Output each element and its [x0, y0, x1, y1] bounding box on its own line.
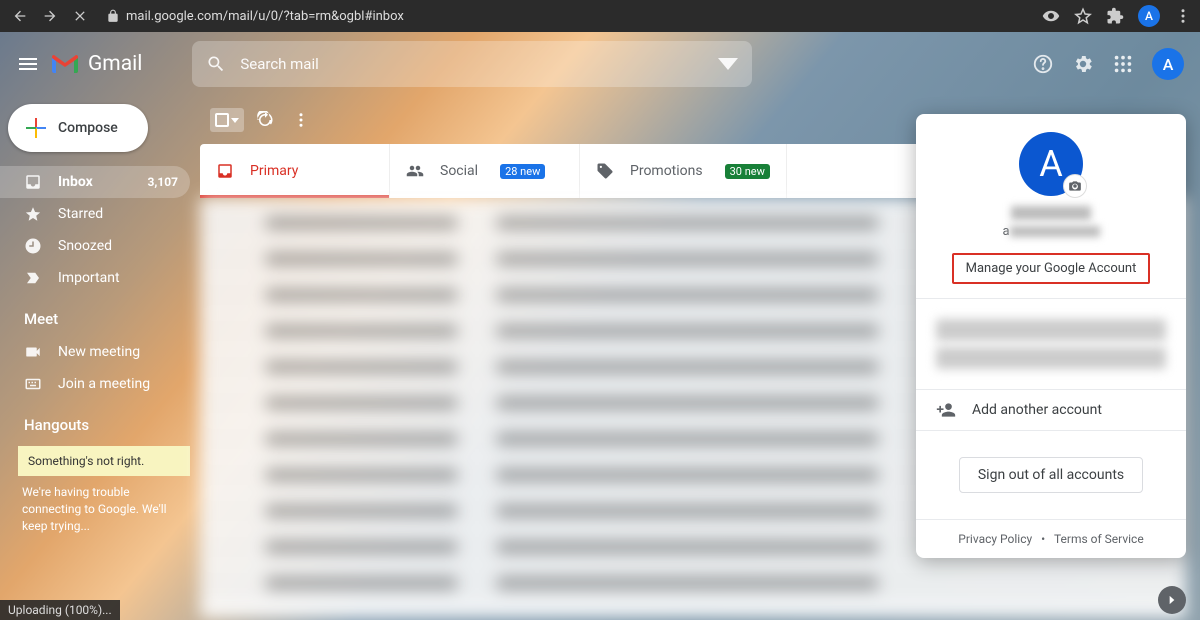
star-icon[interactable] [1074, 7, 1092, 25]
refresh-button[interactable] [250, 105, 280, 135]
apps-icon[interactable] [1112, 53, 1134, 75]
sidebar-item-inbox[interactable]: Inbox 3,107 [0, 166, 190, 198]
address-bar[interactable]: mail.google.com/mail/u/0/?tab=rm&ogbl#in… [106, 9, 1034, 24]
account-email: a [932, 224, 1170, 239]
tab-badge: 28 new [500, 164, 545, 179]
sidebar-item-starred[interactable]: Starred [0, 198, 190, 230]
video-icon [24, 343, 42, 361]
hangouts-section-title: Hangouts [0, 400, 200, 442]
select-all-checkbox[interactable] [210, 108, 244, 132]
gmail-logo[interactable]: Gmail [50, 52, 142, 76]
tag-icon [596, 162, 614, 180]
inbox-icon [216, 162, 234, 180]
help-icon[interactable] [1032, 53, 1054, 75]
account-name [1011, 206, 1091, 220]
account-popup: A a Manage your Google Account Add anoth… [916, 114, 1186, 558]
gmail-icon [50, 53, 80, 75]
star-icon [24, 205, 42, 223]
sidebar: Compose Inbox 3,107 Starred Snoozed [0, 96, 200, 620]
person-add-icon [936, 400, 956, 420]
sidebar-item-label: Join a meeting [58, 376, 150, 392]
product-name: Gmail [88, 52, 142, 76]
people-icon [406, 162, 424, 180]
url-text: mail.google.com/mail/u/0/?tab=rm&ogbl#in… [126, 9, 404, 24]
terms-link[interactable]: Terms of Service [1054, 532, 1144, 546]
search-bar[interactable]: Search mail [192, 41, 752, 87]
hangouts-message: We're having trouble connecting to Googl… [0, 484, 200, 534]
sidebar-item-label: Inbox [58, 174, 93, 190]
stop-button[interactable] [68, 4, 92, 28]
add-account-button[interactable]: Add another account [916, 390, 1186, 430]
keyboard-icon [24, 375, 42, 393]
camera-icon[interactable] [1063, 174, 1087, 198]
sidebar-item-join-meeting[interactable]: Join a meeting [0, 368, 190, 400]
status-bar: Uploading (100%)... [0, 600, 120, 620]
back-button[interactable] [8, 4, 32, 28]
sidebar-item-new-meeting[interactable]: New meeting [0, 336, 190, 368]
more-button[interactable] [286, 105, 316, 135]
plus-icon [26, 118, 46, 138]
tab-social[interactable]: Social 28 new [390, 144, 580, 198]
account-popup-footer: Privacy Policy • Terms of Service [916, 519, 1186, 558]
meet-section-title: Meet [0, 294, 200, 336]
browser-menu-icon[interactable] [1174, 7, 1192, 25]
inbox-count: 3,107 [148, 175, 179, 189]
sidebar-item-label: Important [58, 270, 120, 286]
privacy-link[interactable]: Privacy Policy [958, 532, 1032, 546]
clock-icon [24, 237, 42, 255]
caret-down-icon [231, 118, 239, 123]
hangouts-warning: Something's not right. [18, 446, 190, 476]
eye-icon[interactable] [1042, 7, 1060, 25]
important-icon [24, 269, 42, 287]
inbox-icon [24, 173, 42, 191]
lock-icon [106, 9, 120, 23]
other-account-row[interactable] [936, 319, 1166, 341]
hamburger-icon[interactable] [16, 52, 40, 76]
tab-label: Primary [250, 163, 298, 179]
sidebar-item-snoozed[interactable]: Snoozed [0, 230, 190, 262]
browser-toolbar: mail.google.com/mail/u/0/?tab=rm&ogbl#in… [0, 0, 1200, 32]
account-avatar-large[interactable]: A [1019, 132, 1083, 196]
account-avatar[interactable]: A [1152, 48, 1184, 80]
search-placeholder: Search mail [240, 55, 318, 73]
settings-icon[interactable] [1072, 53, 1094, 75]
forward-button[interactable] [38, 4, 62, 28]
signout-button[interactable]: Sign out of all accounts [959, 457, 1143, 493]
next-page-button[interactable] [1158, 586, 1186, 614]
browser-profile-avatar[interactable]: A [1138, 5, 1160, 27]
tab-primary[interactable]: Primary [200, 144, 390, 198]
compose-label: Compose [58, 120, 118, 136]
add-account-label: Add another account [972, 402, 1102, 418]
tab-badge: 30 new [725, 164, 770, 179]
manage-account-button[interactable]: Manage your Google Account [952, 253, 1151, 284]
other-account-row[interactable] [936, 347, 1166, 369]
search-icon [206, 54, 226, 74]
extensions-icon[interactable] [1106, 7, 1124, 25]
tab-promotions[interactable]: Promotions 30 new [580, 144, 787, 198]
sidebar-item-label: Snoozed [58, 238, 112, 254]
sidebar-item-label: New meeting [58, 344, 140, 360]
sidebar-item-label: Starred [58, 206, 103, 222]
tab-label: Social [440, 163, 478, 179]
caret-down-icon[interactable] [718, 54, 738, 74]
app-header: Gmail Search mail A [0, 32, 1200, 96]
tab-label: Promotions [630, 163, 703, 179]
compose-button[interactable]: Compose [8, 104, 148, 152]
sidebar-item-important[interactable]: Important [0, 262, 190, 294]
